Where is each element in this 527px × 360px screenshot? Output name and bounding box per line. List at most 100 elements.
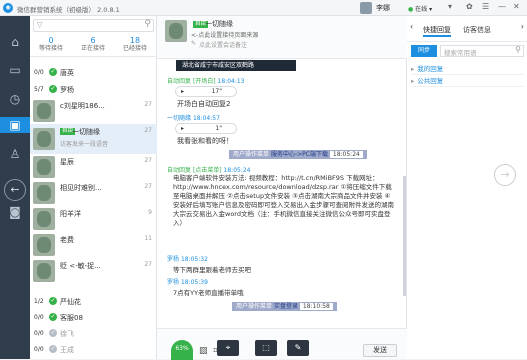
- search-icon[interactable]: ⚲: [144, 19, 151, 29]
- agent-row[interactable]: 0/0 ✓ 唐英: [30, 63, 157, 80]
- stats-bar: 0 等待接待 6 正在接待 18 已经接待: [30, 35, 157, 57]
- avatar: [33, 100, 55, 122]
- agent-count: 0/0: [34, 69, 44, 76]
- agent-row[interactable]: 0/0 ✓ 徐飞: [30, 324, 157, 340]
- status-label: 在线: [415, 6, 428, 13]
- message-icon[interactable]: ▭: [6, 62, 24, 78]
- phrase-search-input[interactable]: 搜索常用语 ⚲: [440, 45, 524, 57]
- message-header: 自动回复 [点击菜单] 18:05:24: [167, 165, 251, 174]
- online-icon: ✓: [49, 297, 57, 305]
- notice-label: 用户操作菜单: [236, 303, 273, 310]
- avatar: [33, 182, 55, 204]
- contact-search-input[interactable]: ▽ ⚲: [33, 19, 154, 32]
- app-title: 微信群营销系统（初级版） 2.0.8.1: [17, 6, 120, 14]
- home-icon[interactable]: ⌂: [6, 34, 24, 50]
- stat-label: 等待接待: [38, 45, 63, 52]
- back-arrow-icon[interactable]: ←: [4, 179, 26, 201]
- sender: 一切随缘: [167, 115, 192, 122]
- avatar[interactable]: [360, 2, 372, 14]
- reply-group-public[interactable]: ▸ 公共回复: [411, 75, 524, 87]
- agent-count: 0/0: [34, 346, 44, 353]
- forward-arrow-icon[interactable]: →: [494, 164, 516, 186]
- group-label: 公共回复: [417, 77, 444, 85]
- agent-count: 1/2: [34, 298, 44, 305]
- message-time: 18:05:24: [223, 167, 251, 174]
- chat-list-item[interactable]: 老费 11: [30, 232, 157, 258]
- session-note-link[interactable]: 点此设置会话备注: [199, 40, 247, 49]
- stat-count: 0: [48, 36, 54, 45]
- progress-gauge: 63%: [171, 340, 193, 360]
- chat-list-item[interactable]: 自由 一切随缘 27 访客发来一段语音: [30, 124, 157, 154]
- screen-icon[interactable]: ◙: [6, 204, 24, 220]
- agent-row[interactable]: 0/0 ✓ 客服08: [30, 308, 157, 324]
- clock-icon[interactable]: ◷: [6, 91, 24, 107]
- settings-icon[interactable]: ✿: [466, 2, 473, 11]
- agent-count: 0/0: [34, 314, 44, 321]
- avatar: [33, 128, 55, 150]
- chevron-right-icon[interactable]: ›: [521, 22, 524, 31]
- agent-row[interactable]: 5/7 ✓ 罗杨: [30, 80, 157, 97]
- chat-icon[interactable]: ▣: [0, 117, 30, 133]
- chat-count: 27: [144, 157, 152, 164]
- chat-list-item[interactable]: 星辰 27: [30, 154, 157, 180]
- minimize-icon[interactable]: —: [498, 2, 506, 11]
- filter-icon[interactable]: ▽: [37, 21, 42, 29]
- play-icon[interactable]: ▸: [181, 87, 184, 96]
- stat-count: 18: [129, 36, 141, 45]
- avatar: [33, 260, 55, 282]
- scrollbar[interactable]: [403, 176, 406, 296]
- skin-icon[interactable]: ☰: [482, 2, 489, 11]
- chevron-left-icon[interactable]: ‹: [410, 22, 413, 31]
- tab-visitor-info[interactable]: 访客信息: [463, 25, 491, 35]
- sender: 自动回复: [167, 78, 192, 85]
- stat-count: 6: [90, 36, 96, 45]
- play-icon[interactable]: ▸: [181, 124, 184, 133]
- stat-waiting[interactable]: 0 等待接待: [30, 36, 72, 53]
- image-icon[interactable]: ▨: [199, 346, 208, 356]
- send-button[interactable]: 发送: [363, 344, 397, 357]
- chat-count: 9: [148, 209, 152, 216]
- notice-action: 服务中心->PC端下载: [270, 151, 328, 158]
- message-time: 18:04:13: [217, 78, 245, 85]
- chat-list-item[interactable]: c刘星明186... 27: [30, 98, 157, 124]
- stat-served[interactable]: 18 已经接待: [114, 36, 156, 53]
- agent-row[interactable]: 0/0 ✓ 王成: [30, 340, 157, 356]
- edit-button[interactable]: ✎: [287, 340, 309, 356]
- sync-button[interactable]: 同步: [411, 45, 437, 57]
- capture-button[interactable]: ⬚: [255, 340, 277, 356]
- chat-preview: 访客发来一段语音: [60, 141, 109, 148]
- search-icon[interactable]: ⚲: [515, 45, 521, 54]
- system-notice: 用户操作菜单 服务中心->PC端下载 18:05:24: [229, 150, 367, 159]
- reply-group-mine[interactable]: ▸ 我的回复: [411, 63, 524, 75]
- avatar: [33, 208, 55, 230]
- agent-name: 罗杨: [60, 86, 74, 94]
- agent-name: 严仙花: [60, 298, 81, 306]
- chat-count: 27: [144, 261, 152, 268]
- stat-serving[interactable]: 6 正在接待: [72, 36, 114, 53]
- chat-name: 相见时难别...: [60, 184, 102, 192]
- voice-message[interactable]: ▸ 1": [175, 123, 237, 134]
- chat-count: 27: [144, 183, 152, 190]
- screenshot-button[interactable]: ⌖: [217, 340, 239, 356]
- chat-list-item[interactable]: 贬 <-敏-捉... 27: [30, 258, 157, 288]
- contacts-icon[interactable]: ♙: [6, 146, 24, 162]
- system-notice: 用户操作菜单 实盘登录 18:10:58: [232, 302, 337, 311]
- message-header: 罗杨 18:05:39: [167, 277, 208, 286]
- close-icon[interactable]: ✕: [513, 2, 520, 11]
- message-time: 18:05:39: [180, 279, 208, 286]
- page-source-link[interactable]: <-点此设置接待页面来源: [191, 30, 258, 39]
- notice-action: 实盘登录: [273, 303, 298, 310]
- menu-icon[interactable]: ▾: [448, 2, 452, 11]
- group-label: 我的回复: [417, 65, 444, 73]
- stat-label: 已经接待: [122, 45, 147, 52]
- tab-quick-reply[interactable]: 快捷回复: [423, 25, 451, 37]
- chat-list-item[interactable]: 相见时难别... 27: [30, 180, 157, 206]
- voice-message[interactable]: ▸ 17": [175, 86, 237, 97]
- status-selector[interactable]: ● 在线 ▾: [408, 4, 432, 13]
- chat-list-item[interactable]: 阳羊洋 9: [30, 206, 157, 232]
- agent-row[interactable]: 1/2 ✓ 严仙花: [30, 292, 157, 308]
- left-nav: ⌂ ▭ ◷ ▣ ♙ ⚇ ← ◙: [0, 16, 30, 359]
- avatar: [165, 20, 187, 42]
- avatar: [33, 234, 55, 256]
- chat-count: 11: [144, 235, 152, 242]
